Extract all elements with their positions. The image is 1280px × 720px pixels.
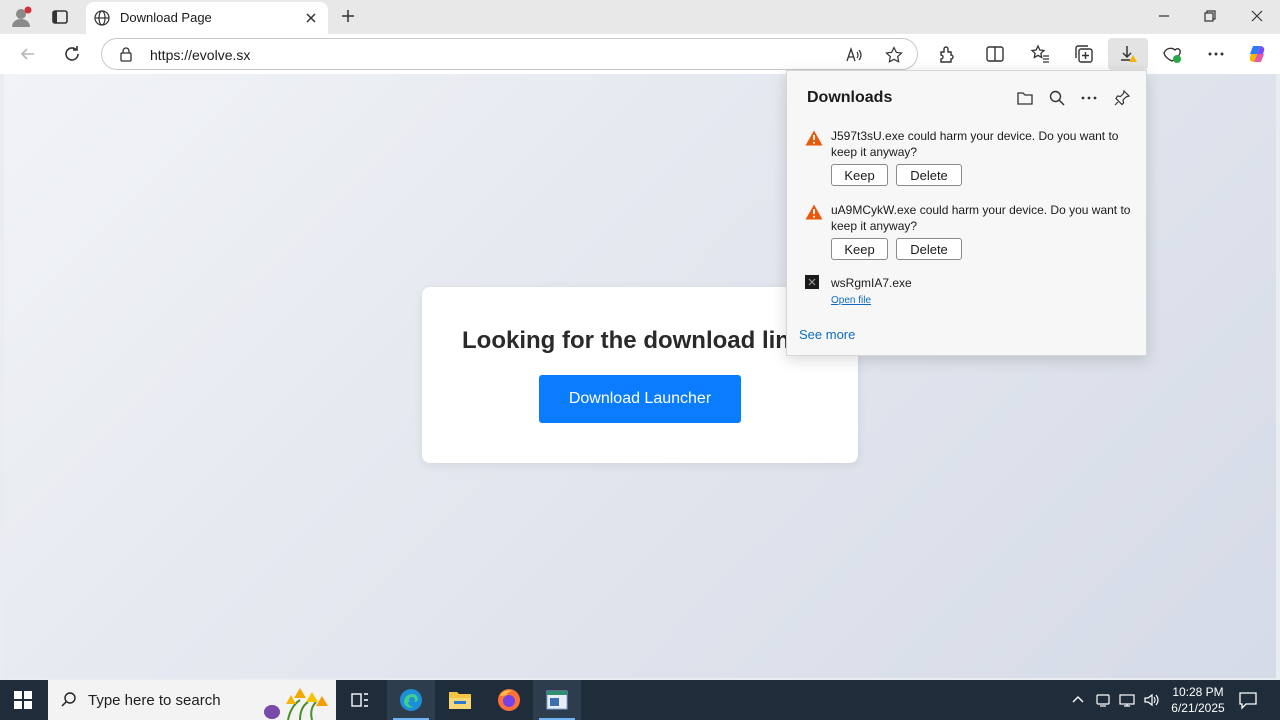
task-view-icon — [351, 693, 368, 707]
open-folder-icon[interactable] — [1016, 89, 1034, 107]
network-icon[interactable] — [1119, 692, 1135, 708]
delete-button[interactable]: Delete — [896, 238, 962, 260]
extensions-icon[interactable] — [937, 44, 957, 64]
url-text[interactable]: https://evolve.sx — [150, 47, 250, 63]
notifications-icon[interactable] — [1238, 690, 1258, 710]
security-icon[interactable] — [1095, 692, 1111, 708]
new-tab-icon[interactable] — [340, 8, 356, 24]
split-screen-icon[interactable] — [985, 44, 1005, 64]
keep-button[interactable]: Keep — [831, 164, 888, 186]
taskbar: Type here to search 10:28 PM 6/21/2025 — [0, 680, 1280, 720]
app-window-icon — [546, 690, 568, 710]
close-window-icon[interactable] — [1249, 8, 1265, 24]
address-bar[interactable]: https://evolve.sx — [101, 38, 918, 70]
search-highlight-flowers-icon — [264, 688, 328, 720]
search-icon — [61, 692, 76, 707]
download-warning-message: J597t3sU.exe could harm your device. Do … — [831, 129, 1119, 159]
folder-icon — [449, 692, 471, 709]
see-more-link[interactable]: See more — [799, 327, 855, 342]
volume-icon[interactable] — [1143, 692, 1159, 708]
page-heading: Looking for the download link? — [462, 327, 818, 354]
tab-title: Download Page — [120, 10, 212, 25]
download-warning-message: uA9MCykW.exe could harm your device. Do … — [831, 203, 1131, 233]
download-launcher-button[interactable]: Download Launcher — [539, 375, 741, 423]
favorite-star-icon[interactable] — [885, 46, 903, 64]
keep-button[interactable]: Keep — [831, 238, 888, 260]
taskbar-search-box[interactable]: Type here to search — [48, 680, 336, 720]
firefox-icon — [498, 689, 520, 711]
downloads-panel-title: Downloads — [807, 89, 893, 106]
taskbar-app-window[interactable] — [533, 680, 581, 720]
favorites-icon[interactable] — [1030, 44, 1050, 64]
downloads-more-icon[interactable] — [1080, 89, 1098, 107]
pin-icon[interactable] — [1113, 89, 1131, 107]
clock-time: 10:28 PM — [1172, 685, 1224, 699]
read-aloud-icon[interactable] — [845, 46, 863, 64]
edge-icon — [400, 689, 422, 711]
taskbar-clock[interactable]: 10:28 PM 6/21/2025 — [1162, 684, 1234, 716]
taskbar-file-explorer[interactable] — [436, 680, 484, 720]
warning-icon — [805, 204, 823, 220]
taskbar-firefox[interactable] — [485, 680, 533, 720]
tab-actions-icon[interactable] — [51, 8, 69, 26]
taskbar-edge[interactable] — [387, 680, 435, 720]
profile-icon[interactable] — [10, 6, 32, 28]
downloads-button[interactable] — [1108, 38, 1148, 70]
windows-start-icon[interactable] — [14, 691, 32, 709]
search-downloads-icon[interactable] — [1048, 89, 1066, 107]
globe-icon — [94, 10, 110, 26]
minimize-icon[interactable] — [1156, 8, 1172, 24]
back-icon[interactable] — [18, 44, 38, 64]
browser-essentials-icon[interactable] — [1162, 44, 1182, 64]
clock-date: 6/21/2025 — [1171, 701, 1225, 715]
delete-button[interactable]: Delete — [896, 164, 962, 186]
downloads-panel: Downloads J597t3sU.exe could harm your d… — [786, 70, 1147, 356]
more-options-icon[interactable] — [1206, 44, 1226, 64]
copilot-icon[interactable] — [1247, 44, 1267, 64]
close-tab-icon[interactable] — [304, 11, 318, 25]
refresh-icon[interactable] — [62, 44, 82, 64]
task-view-button[interactable] — [336, 680, 384, 720]
download-filename[interactable]: wsRgmIA7.exe — [831, 276, 912, 290]
warning-icon — [805, 130, 823, 146]
collections-icon[interactable] — [1074, 44, 1094, 64]
browser-toolbar: https://evolve.sx — [0, 34, 1280, 74]
tab-download-page[interactable]: Download Page — [86, 2, 328, 34]
lock-icon[interactable] — [118, 46, 134, 62]
download-warning-icon — [1121, 46, 1137, 62]
open-file-link[interactable]: Open file — [831, 295, 871, 306]
exe-file-icon — [805, 275, 819, 289]
title-bar: Download Page — [0, 0, 1280, 34]
show-hidden-icons-icon[interactable] — [1070, 692, 1086, 708]
restore-icon[interactable] — [1202, 8, 1218, 24]
search-placeholder: Type here to search — [88, 692, 221, 709]
